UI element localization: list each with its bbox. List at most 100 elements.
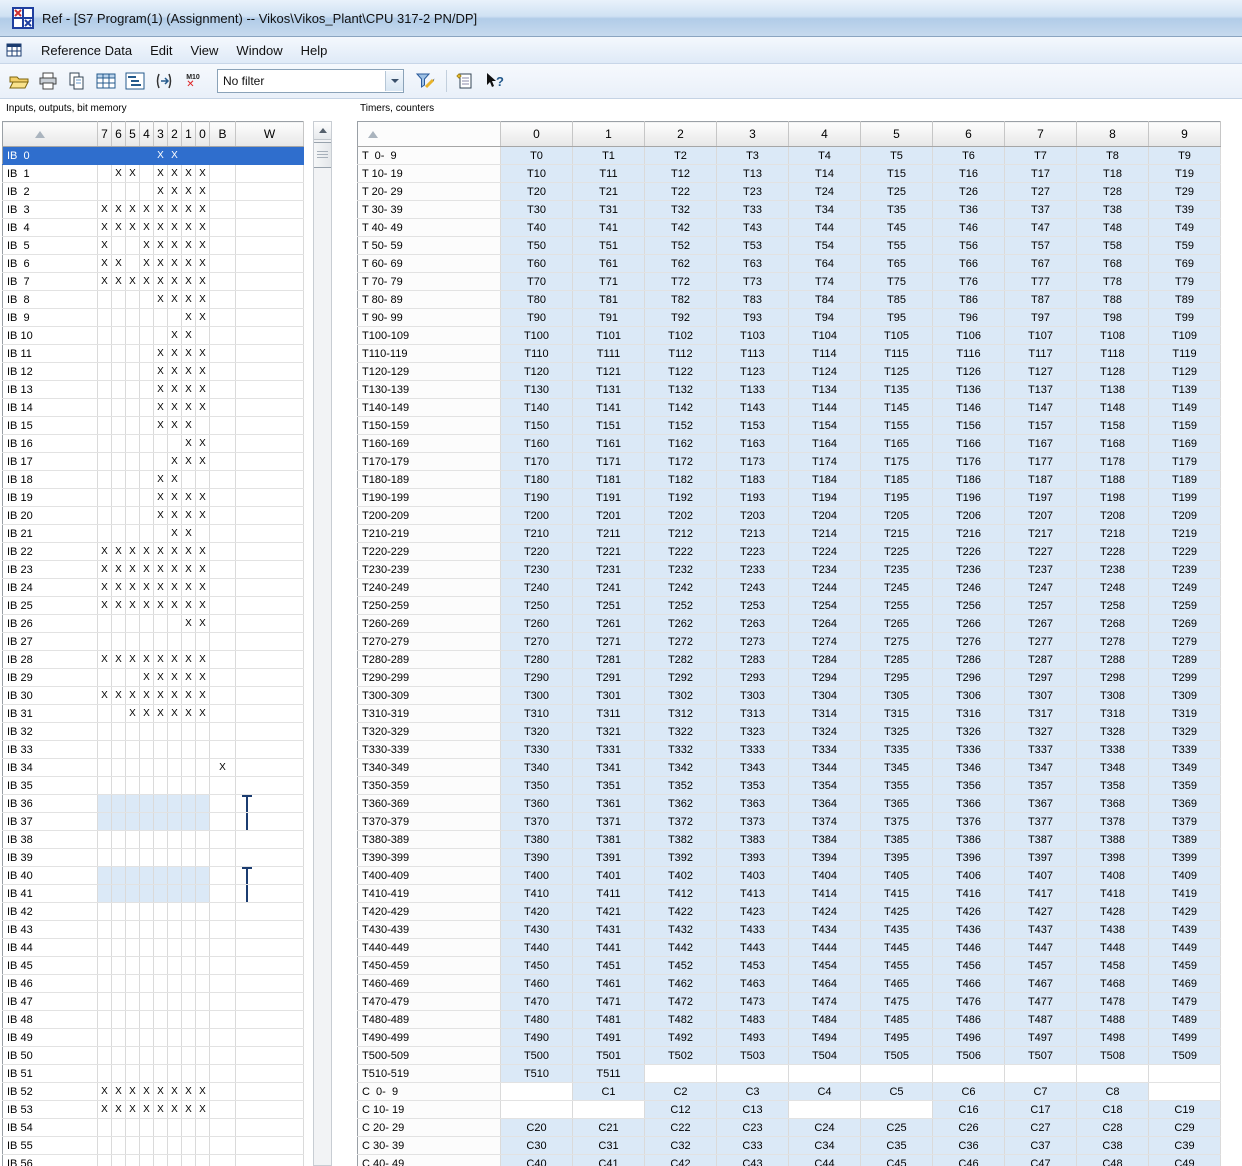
address-cell[interactable]: T337 — [1005, 741, 1077, 759]
bit-cell[interactable]: X — [196, 561, 210, 579]
bit-cell[interactable] — [126, 309, 140, 327]
address-cell[interactable]: C3 — [717, 1083, 789, 1101]
address-cell[interactable]: T160 — [501, 435, 573, 453]
address-cell[interactable]: T275 — [861, 633, 933, 651]
address-cell[interactable]: T216 — [933, 525, 1005, 543]
address-cell[interactable]: T112 — [645, 345, 717, 363]
address-cell[interactable]: T137 — [1005, 381, 1077, 399]
address-cell[interactable]: T7 — [1005, 147, 1077, 165]
byte-access-cell[interactable] — [210, 921, 236, 939]
address-cell[interactable]: T39 — [1149, 201, 1221, 219]
address-cell[interactable]: T454 — [789, 957, 861, 975]
address-cell[interactable]: T159 — [1149, 417, 1221, 435]
address-cell[interactable]: T334 — [789, 741, 861, 759]
row-label-cell[interactable]: IB 1 — [3, 165, 98, 183]
address-cell[interactable]: T65 — [861, 255, 933, 273]
io-row[interactable]: IB 17XXX — [3, 453, 304, 471]
address-cell[interactable]: C39 — [1149, 1137, 1221, 1155]
address-cell[interactable]: T2 — [645, 147, 717, 165]
word-access-cell[interactable] — [236, 1065, 304, 1083]
address-cell[interactable]: T57 — [1005, 237, 1077, 255]
bit-cell[interactable]: X — [168, 597, 182, 615]
bit-cell[interactable] — [196, 1119, 210, 1137]
bit-cell[interactable] — [98, 525, 112, 543]
address-cell[interactable]: T448 — [1077, 939, 1149, 957]
address-cell[interactable]: T213 — [717, 525, 789, 543]
bit-cell[interactable]: X — [182, 255, 196, 273]
bit-cell[interactable] — [98, 165, 112, 183]
tc-row[interactable]: T 10- 19T10T11T12T13T14T15T16T17T18T19 — [358, 165, 1221, 183]
address-cell[interactable]: T430 — [501, 921, 573, 939]
address-cell[interactable]: T431 — [573, 921, 645, 939]
bit-cell[interactable] — [112, 525, 126, 543]
bit-cell[interactable]: X — [196, 345, 210, 363]
bit-cell[interactable] — [196, 1137, 210, 1155]
address-cell[interactable]: T383 — [717, 831, 789, 849]
bit-cell[interactable]: X — [168, 669, 182, 687]
tc-row[interactable]: T290-299T290T291T292T293T294T295T296T297… — [358, 669, 1221, 687]
bit-cell[interactable] — [98, 741, 112, 759]
row-label-cell[interactable]: IB 11 — [3, 345, 98, 363]
row-label-cell[interactable]: T290-299 — [358, 669, 501, 687]
row-label-cell[interactable]: T 40- 49 — [358, 219, 501, 237]
address-cell[interactable]: T173 — [717, 453, 789, 471]
bit-cell[interactable]: X — [154, 579, 168, 597]
bit-cell[interactable] — [140, 453, 154, 471]
address-cell[interactable]: T254 — [789, 597, 861, 615]
bit-cell[interactable]: X — [196, 507, 210, 525]
tc-row[interactable]: T 30- 39T30T31T32T33T34T35T36T37T38T39 — [358, 201, 1221, 219]
address-cell[interactable]: T418 — [1077, 885, 1149, 903]
word-access-cell[interactable] — [236, 885, 304, 903]
tc-row[interactable]: T230-239T230T231T232T233T234T235T236T237… — [358, 561, 1221, 579]
address-cell[interactable]: T271 — [573, 633, 645, 651]
bit-cell[interactable] — [196, 903, 210, 921]
row-label-cell[interactable]: C 10- 19 — [358, 1101, 501, 1119]
address-cell[interactable]: C28 — [1077, 1119, 1149, 1137]
address-cell[interactable]: T171 — [573, 453, 645, 471]
bit-cell[interactable] — [140, 147, 154, 165]
bit-cell[interactable] — [98, 867, 112, 885]
bit-cell[interactable] — [112, 831, 126, 849]
address-cell[interactable]: C25 — [861, 1119, 933, 1137]
byte-access-cell[interactable] — [210, 1029, 236, 1047]
bit-cell[interactable]: X — [126, 165, 140, 183]
address-cell[interactable]: T361 — [573, 795, 645, 813]
io-row[interactable]: IB 27 — [3, 633, 304, 651]
bit-cell[interactable]: X — [126, 561, 140, 579]
bit-cell[interactable] — [140, 471, 154, 489]
byte-access-cell[interactable] — [210, 1083, 236, 1101]
bit-cell[interactable] — [126, 237, 140, 255]
address-cell[interactable]: T121 — [573, 363, 645, 381]
address-cell[interactable]: T188 — [1077, 471, 1149, 489]
address-cell[interactable]: T30 — [501, 201, 573, 219]
address-cell[interactable]: T329 — [1149, 723, 1221, 741]
bit-cell[interactable] — [112, 741, 126, 759]
bit-cell[interactable] — [112, 867, 126, 885]
address-cell[interactable]: T396 — [933, 849, 1005, 867]
row-label-cell[interactable]: T 0- 9 — [358, 147, 501, 165]
bit-cell[interactable]: X — [182, 579, 196, 597]
address-cell[interactable]: T28 — [1077, 183, 1149, 201]
address-cell[interactable] — [717, 1065, 789, 1083]
bit-cell[interactable]: X — [196, 669, 210, 687]
bit-cell[interactable]: X — [168, 165, 182, 183]
bit-cell[interactable]: X — [196, 615, 210, 633]
menu-reference-data[interactable]: Reference Data — [32, 39, 141, 62]
tc-row[interactable]: T110-119T110T111T112T113T114T115T116T117… — [358, 345, 1221, 363]
bit-cell[interactable] — [154, 795, 168, 813]
address-cell[interactable]: T99 — [1149, 309, 1221, 327]
bit-cell[interactable] — [182, 885, 196, 903]
address-cell[interactable]: T410 — [501, 885, 573, 903]
address-cell[interactable]: T145 — [861, 399, 933, 417]
address-cell[interactable]: T218 — [1077, 525, 1149, 543]
address-cell[interactable]: T324 — [789, 723, 861, 741]
word-access-cell[interactable] — [236, 633, 304, 651]
address-cell[interactable]: T507 — [1005, 1047, 1077, 1065]
bit-cell[interactable] — [126, 1155, 140, 1166]
address-cell[interactable]: T6 — [933, 147, 1005, 165]
word-access-cell[interactable] — [236, 849, 304, 867]
address-cell[interactable]: T424 — [789, 903, 861, 921]
bit-cell[interactable] — [154, 453, 168, 471]
address-cell[interactable]: T310 — [501, 705, 573, 723]
address-cell[interactable]: T219 — [1149, 525, 1221, 543]
